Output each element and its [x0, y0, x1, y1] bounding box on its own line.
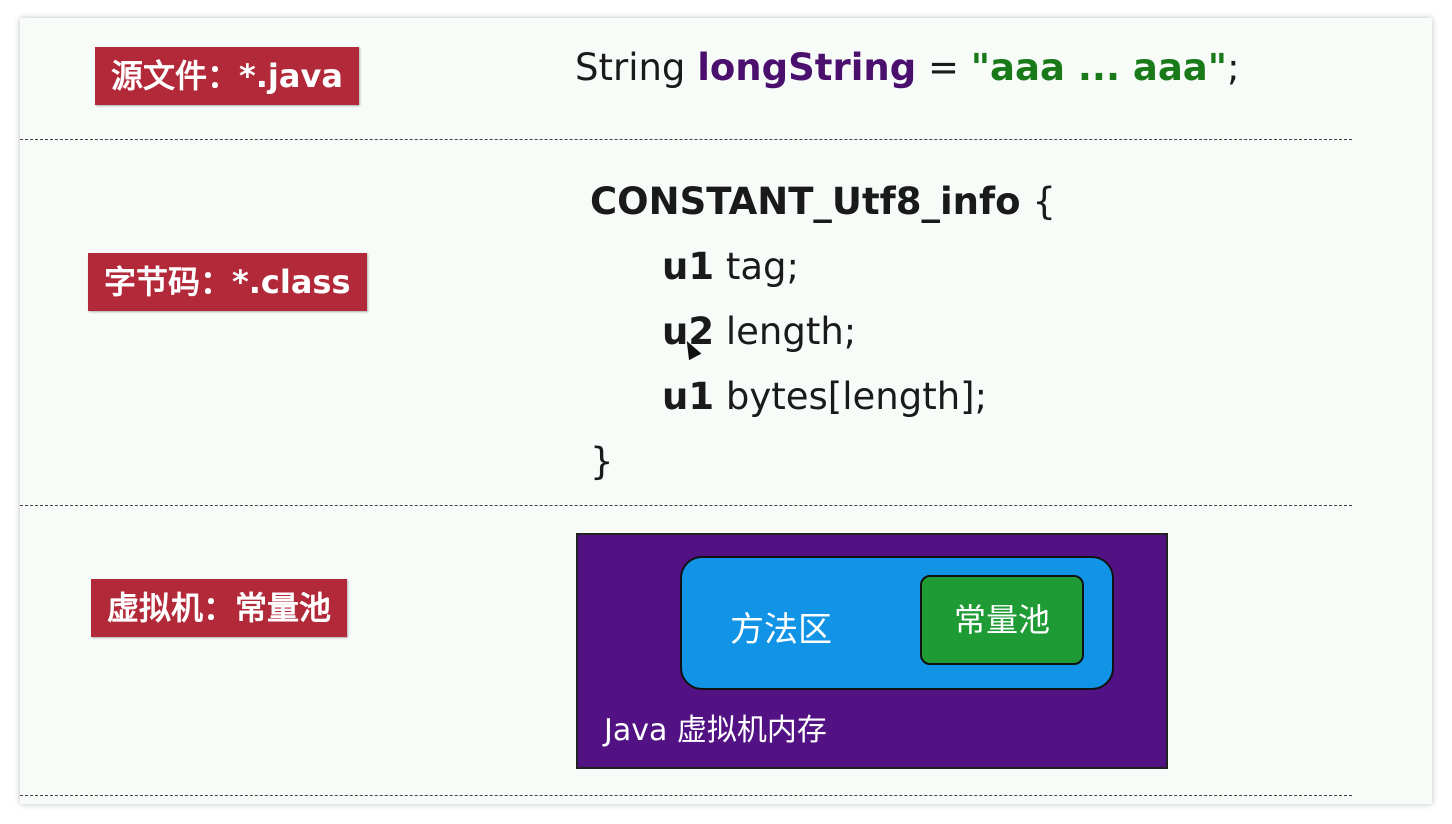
source-code-line: String longString = "aaa ... aaa"; — [575, 46, 1240, 89]
struct-name: CONSTANT_Utf8_info — [590, 180, 1021, 223]
field-decl: bytes[length]; — [725, 375, 988, 418]
jvm-memory-box: 方法区 常量池 Java 虚拟机内存 — [576, 533, 1168, 769]
jvm-memory-label: Java 虚拟机内存 — [604, 713, 827, 748]
type-keyword: String — [575, 46, 686, 89]
open-brace: { — [1032, 180, 1056, 223]
vm-label: 虚拟机：常量池 — [91, 579, 348, 637]
semicolon: ; — [1227, 46, 1240, 89]
struct-header: CONSTANT_Utf8_info { — [590, 180, 1056, 223]
constant-pool-box: 常量池 — [920, 575, 1084, 665]
struct-field: u1 bytes[length]; — [662, 375, 987, 418]
bytecode-label: 字节码：*.class — [88, 253, 367, 311]
field-type: u1 — [662, 375, 715, 418]
variable-name: longString — [697, 46, 917, 89]
slide: 源文件：*.java String longString = "aaa ... … — [20, 18, 1432, 804]
method-area-box: 方法区 常量池 — [680, 556, 1114, 690]
source-file-label: 源文件：*.java — [95, 47, 359, 105]
method-area-label: 方法区 — [730, 610, 832, 650]
field-decl: tag; — [725, 245, 799, 288]
close-brace: } — [590, 440, 614, 483]
field-decl: length; — [725, 310, 857, 353]
divider-2 — [20, 505, 1352, 506]
string-literal: "aaa ... aaa" — [970, 46, 1228, 89]
divider-3 — [20, 795, 1352, 796]
field-type: u1 — [662, 245, 715, 288]
struct-field: u1 tag; — [662, 245, 799, 288]
divider-1 — [20, 139, 1352, 140]
equals-sign: = — [927, 46, 959, 89]
